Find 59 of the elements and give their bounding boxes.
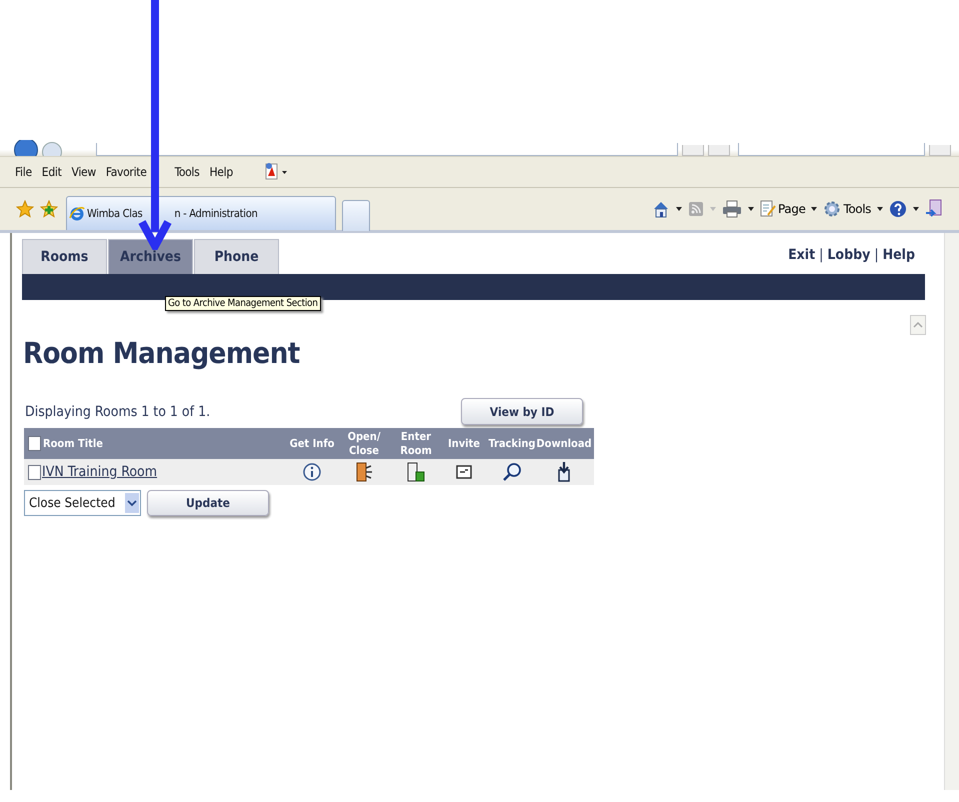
tab-title: n - Administration xyxy=(174,207,258,220)
tools-menu-button[interactable]: Tools xyxy=(823,200,871,218)
research-icon[interactable] xyxy=(925,199,943,219)
header-link[interactable]: Lobby xyxy=(827,247,870,263)
menu-item[interactable]: Tools xyxy=(174,165,200,179)
home-icon[interactable] xyxy=(652,200,670,218)
magnifier-icon[interactable] xyxy=(502,462,522,482)
menu-item[interactable]: Edit xyxy=(42,165,62,179)
menu-item[interactable]: File xyxy=(15,165,32,179)
dropdown-caret-icon[interactable] xyxy=(810,206,818,212)
info-icon[interactable] xyxy=(303,463,321,481)
dropdown-caret-icon[interactable] xyxy=(912,206,920,212)
door-icon[interactable] xyxy=(355,462,373,482)
browser-tab[interactable]: Wimba Clas n - Administration xyxy=(66,196,336,230)
column-header: Room Title xyxy=(43,436,103,450)
page-title: Room Management xyxy=(23,336,301,370)
menu-item[interactable]: View xyxy=(72,165,96,179)
tooltip: Go to Archive Management Section xyxy=(165,296,321,311)
column-header: Download xyxy=(536,436,592,450)
help-icon[interactable] xyxy=(889,200,907,218)
gear-icon xyxy=(823,200,842,218)
favorites-star-icon[interactable] xyxy=(16,200,34,218)
view-by-id-button[interactable]: View by ID xyxy=(461,398,583,425)
pdf-icon[interactable] xyxy=(262,162,289,182)
print-icon[interactable] xyxy=(722,200,742,218)
door-icon[interactable] xyxy=(406,462,426,482)
column-header: Invite xyxy=(448,436,480,450)
scrollbar[interactable] xyxy=(944,233,959,790)
column-header: Open/ Close xyxy=(346,430,382,458)
dropdown-caret-icon[interactable] xyxy=(746,206,755,212)
column-header: Get Info xyxy=(290,436,334,450)
room-title-link[interactable]: IVN Training Room xyxy=(42,464,158,480)
nav-tab[interactable]: Archives xyxy=(108,239,193,274)
dropdown-caret-icon[interactable] xyxy=(876,206,884,212)
dropdown-caret-icon[interactable] xyxy=(674,206,683,212)
column-header: Enter Room xyxy=(399,430,433,458)
select-all-checkbox[interactable] xyxy=(28,436,41,451)
menu-item[interactable]: Help xyxy=(209,165,233,179)
nav-tab[interactable]: Phone xyxy=(194,239,279,274)
update-button[interactable]: Update xyxy=(147,490,269,516)
caret-icon xyxy=(913,322,923,328)
row-checkbox[interactable] xyxy=(28,464,41,480)
menu-item[interactable]: Favorite xyxy=(106,165,147,179)
action-dropdown[interactable]: Close Selected xyxy=(24,490,141,516)
scrollbar-up-button[interactable] xyxy=(910,315,926,335)
browser-logo-icon xyxy=(69,206,85,222)
header-link[interactable]: Help xyxy=(882,247,915,263)
page-menu-button[interactable]: Page xyxy=(760,200,806,218)
rooms-summary: Displaying Rooms 1 to 1 of 1. xyxy=(25,404,210,420)
download-icon[interactable] xyxy=(557,462,571,482)
header-link[interactable]: Exit xyxy=(788,247,816,263)
nav-tab[interactable]: Rooms xyxy=(22,239,107,274)
add-favorite-icon[interactable] xyxy=(40,200,58,218)
link-separator: | xyxy=(819,247,824,263)
card-icon[interactable] xyxy=(456,464,472,480)
tab-title: Wimba Clas xyxy=(87,207,142,220)
page-icon xyxy=(760,200,776,218)
column-header: Tracking xyxy=(488,436,536,450)
link-separator: | xyxy=(874,247,879,263)
